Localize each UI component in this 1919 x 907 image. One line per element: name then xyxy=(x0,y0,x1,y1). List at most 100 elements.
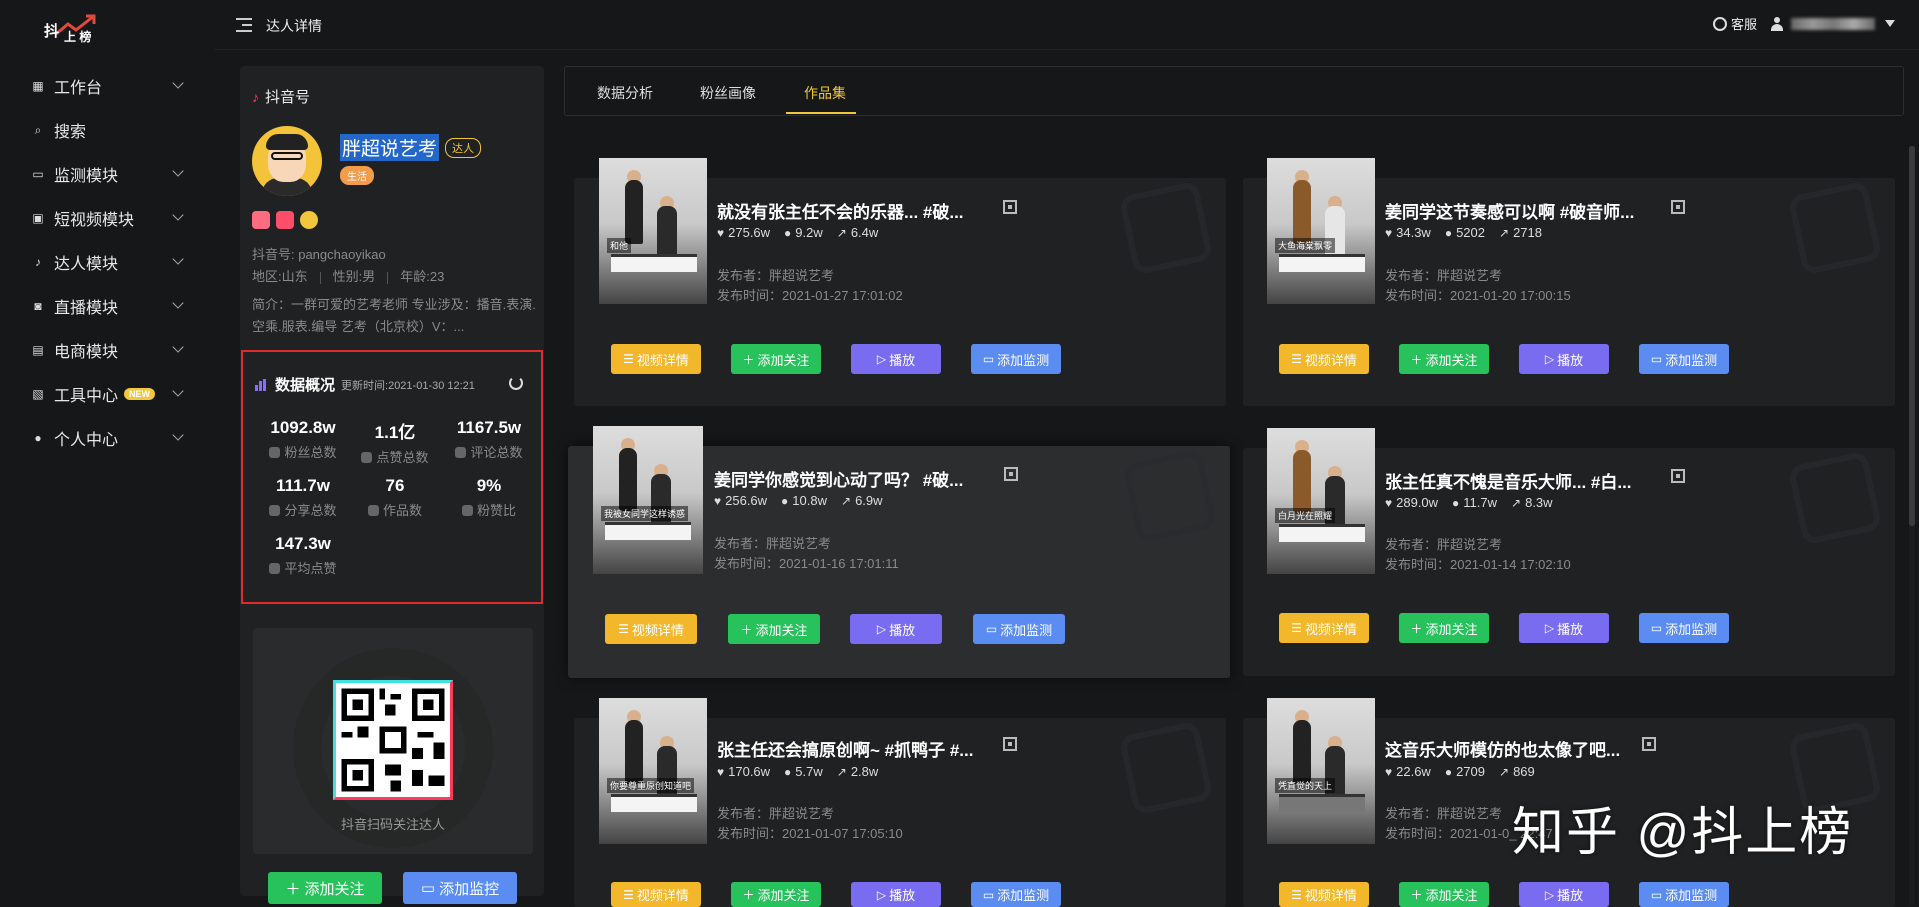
stat-value: 147.3w xyxy=(275,534,331,553)
video-thumbnail[interactable]: 白月光在照耀 xyxy=(1267,428,1375,574)
work-title[interactable]: 就没有张主任不会的乐器... #破... xyxy=(717,198,964,223)
follow-button[interactable]: ＋添加关注 xyxy=(268,872,382,904)
tab-bar: 数据分析 粉丝画像 作品集 xyxy=(564,66,1904,116)
video-detail-button[interactable]: ☰ 视频详情 xyxy=(1279,882,1369,907)
comment-icon xyxy=(455,447,467,458)
add-monitor-button[interactable]: ▭ 添加监测 xyxy=(971,882,1061,907)
share-icon: ↗ xyxy=(836,764,847,779)
work-title[interactable]: 张主任真不愧是音乐大师... #白... xyxy=(1385,468,1632,493)
button-label: 视频详情 xyxy=(1304,888,1357,903)
share-icon: ↗ xyxy=(836,225,847,240)
likes-count: 170.6w xyxy=(728,764,771,779)
likes-count: 256.6w xyxy=(725,493,768,508)
sidebar-item-search[interactable]: ⌕ 搜索 xyxy=(0,108,214,152)
add-follow-button[interactable]: ＋添加关注 xyxy=(1399,344,1489,374)
qr-code-icon[interactable] xyxy=(1671,200,1685,214)
video-detail-button[interactable]: ☰ 视频详情 xyxy=(611,344,701,374)
plus-icon: ＋ xyxy=(285,880,301,898)
add-follow-button[interactable]: ＋添加关注 xyxy=(728,614,820,644)
video-thumbnail[interactable]: 凭直觉的天上 xyxy=(1267,698,1375,844)
sidebar-item-short-video[interactable]: ▣ 短视频模块 xyxy=(0,196,214,240)
add-monitor-button[interactable]: ▭ 添加监测 xyxy=(1639,613,1729,643)
publish-time: 发布时间：2021-01-16 17:01:11 xyxy=(714,556,899,571)
video-detail-button[interactable]: ☰ 视频详情 xyxy=(1279,613,1369,643)
qr-code-icon[interactable] xyxy=(1671,469,1685,483)
sidebar-item-profile[interactable]: ● 个人中心 xyxy=(0,416,214,460)
play-button[interactable]: ▷ 播放 xyxy=(850,614,942,644)
monitor-icon: ▭ xyxy=(420,880,436,897)
search-icon: ⌕ xyxy=(34,122,42,137)
sidebar-item-ecommerce[interactable]: ▤ 电商模块 xyxy=(0,328,214,372)
play-button[interactable]: ▷ 播放 xyxy=(851,882,941,907)
button-label: 视频详情 xyxy=(1304,352,1357,368)
play-button[interactable]: ▷ 播放 xyxy=(1519,882,1609,907)
qr-code-icon[interactable] xyxy=(1004,467,1018,481)
video-thumbnail[interactable]: 大鱼海棠飘零 xyxy=(1267,158,1375,304)
caret-down-icon[interactable] xyxy=(1885,20,1895,27)
tab-fan-profile[interactable]: 粉丝画像 xyxy=(700,83,756,103)
add-follow-button[interactable]: ＋添加关注 xyxy=(1399,613,1489,643)
menu-toggle-icon[interactable] xyxy=(236,18,252,32)
sidebar-item-live[interactable]: ◙ 直播模块 xyxy=(0,284,214,328)
user-icon xyxy=(1771,16,1783,31)
video-thumbnail[interactable]: 我被女同学这样诱惑 xyxy=(593,426,703,574)
play-icon: ▷ xyxy=(1544,887,1555,902)
comment-icon: ● xyxy=(781,493,789,508)
play-icon: ▷ xyxy=(876,622,887,636)
publish-time: 发布时间：2021-01-27 17:01:02 xyxy=(717,288,903,303)
play-button[interactable]: ▷ 播放 xyxy=(1519,613,1609,643)
work-title[interactable]: 姜同学你感觉到心动了吗？ #破... xyxy=(714,466,963,491)
logo[interactable]: 抖 上 榜 xyxy=(42,10,98,50)
scrollbar-thumb[interactable] xyxy=(1909,146,1915,526)
gender: 性别:男 xyxy=(332,269,376,284)
add-follow-button[interactable]: ＋添加关注 xyxy=(731,344,821,374)
work-title[interactable]: 张主任还会搞原创啊~ #抓鸭子 #... xyxy=(717,736,973,761)
add-monitor-button[interactable]: ▭ 添加监测 xyxy=(971,344,1061,374)
video-thumbnail[interactable]: 你要尊重原创知道吧 xyxy=(599,698,707,844)
plus-icon: ＋ xyxy=(742,888,755,902)
qr-code xyxy=(333,680,453,800)
play-watermark-icon xyxy=(1118,720,1214,816)
qr-code-icon[interactable] xyxy=(1003,737,1017,751)
play-button[interactable]: ▷ 播放 xyxy=(1519,344,1609,374)
likes-count: 275.6w xyxy=(728,225,771,240)
qr-code-icon[interactable] xyxy=(1003,200,1017,214)
add-follow-button[interactable]: ＋添加关注 xyxy=(1399,882,1489,907)
video-detail-button[interactable]: ☰ 视频详情 xyxy=(611,882,701,907)
sidebar-item-tools[interactable]: ▧ 工具中心 NEW xyxy=(0,372,214,416)
add-monitor-button[interactable]: ▭ 添加监测 xyxy=(973,614,1065,644)
sidebar-item-influencer[interactable]: ♪ 达人模块 xyxy=(0,240,214,284)
refresh-icon[interactable] xyxy=(509,376,523,390)
work-meta: 发布者：胖超说艺考 发布时间：2021-01-07 17:05:10 xyxy=(717,804,903,844)
add-monitor-button[interactable]: ▭ 添加监测 xyxy=(1639,882,1729,907)
add-monitor-button[interactable]: ▭ 添加监测 xyxy=(1639,344,1729,374)
play-button[interactable]: ▷ 播放 xyxy=(851,344,941,374)
chevron-down-icon xyxy=(172,209,184,221)
video-thumbnail[interactable]: 和他 xyxy=(599,158,707,304)
shares-count: 6.9w xyxy=(855,493,883,508)
customer-service-link[interactable]: 客服 xyxy=(1731,14,1757,33)
button-label: 添加监测 xyxy=(997,888,1050,903)
heart-icon: ♥ xyxy=(1385,764,1393,779)
add-follow-button[interactable]: ＋添加关注 xyxy=(731,882,821,907)
tab-data-analysis[interactable]: 数据分析 xyxy=(597,83,653,103)
tab-works[interactable]: 作品集 xyxy=(804,83,846,103)
username-blurred[interactable] xyxy=(1791,17,1875,30)
list-icon: ☰ xyxy=(623,352,634,366)
stat-label: 粉赞比 xyxy=(476,503,516,518)
avatar xyxy=(252,126,322,196)
work-title[interactable]: 这音乐大师模仿的也太像了吧... xyxy=(1385,736,1620,761)
shares-count: 2718 xyxy=(1513,225,1542,240)
thumbnail-caption: 和他 xyxy=(607,238,632,253)
sidebar-item-monitor[interactable]: ▭ 监测模块 xyxy=(0,152,214,196)
video-detail-button[interactable]: ☰ 视频详情 xyxy=(605,614,697,644)
work-title[interactable]: 姜同学这节奏感可以啊 #破音师... xyxy=(1385,198,1634,223)
video-detail-button[interactable]: ☰ 视频详情 xyxy=(1279,344,1369,374)
sidebar-item-label: 监测模块 xyxy=(54,168,119,185)
add-monitor-button[interactable]: ▭ 添加监控 xyxy=(403,872,517,904)
sidebar-item-workbench[interactable]: ▦ 工作台 xyxy=(0,64,214,108)
comments-count: 2709 xyxy=(1456,764,1485,779)
list-icon: ☰ xyxy=(623,887,634,902)
thumbnail-caption: 你要尊重原创知道吧 xyxy=(607,778,695,793)
qr-code-icon[interactable] xyxy=(1642,737,1656,751)
